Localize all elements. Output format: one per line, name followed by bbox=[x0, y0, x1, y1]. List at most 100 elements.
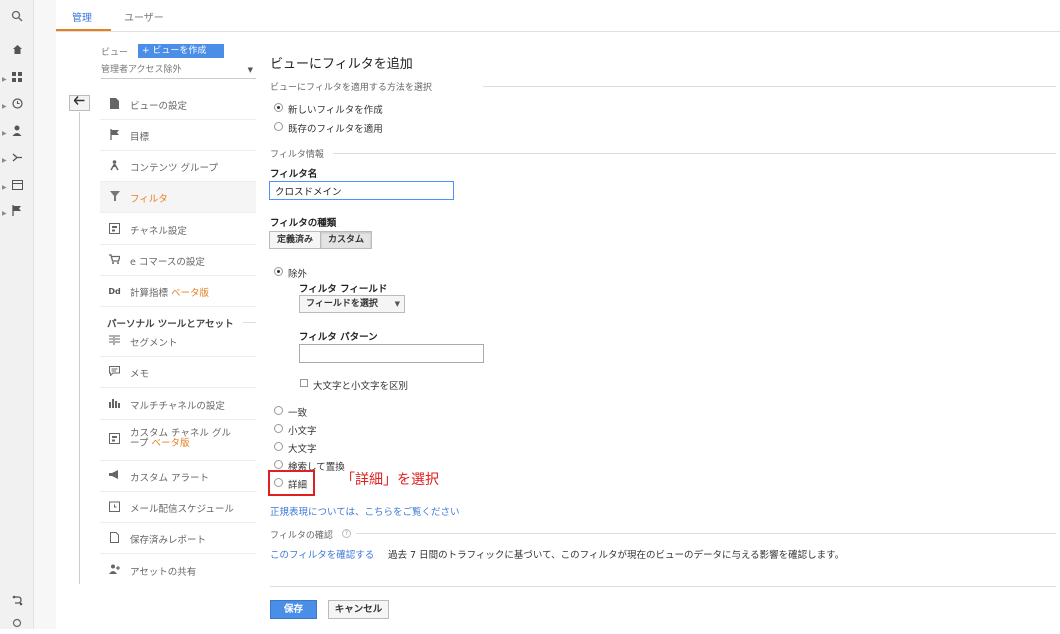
radio-lowercase[interactable] bbox=[274, 424, 283, 433]
megaphone-icon bbox=[108, 470, 121, 483]
expand-caret-icon[interactable]: ▶ bbox=[2, 76, 7, 83]
flag-icon[interactable] bbox=[9, 205, 25, 221]
channel-icon bbox=[108, 223, 121, 236]
left-padding bbox=[34, 0, 56, 629]
search-icon[interactable] bbox=[9, 10, 25, 26]
sidebar-item-multichannel-settings[interactable]: マルチチャネルの設定 bbox=[100, 389, 256, 420]
case-sensitive-checkbox[interactable] bbox=[300, 379, 308, 387]
radio-new-filter[interactable] bbox=[274, 103, 283, 112]
chevron-down-icon: ▼ bbox=[247, 66, 253, 74]
sidebar-item-label: セグメント bbox=[130, 338, 178, 349]
sidebar-item-ecommerce-settings[interactable]: e コマースの設定 bbox=[100, 245, 256, 276]
saved-report-icon bbox=[108, 532, 121, 545]
section-divider bbox=[483, 86, 1056, 87]
sidebar-divider bbox=[79, 112, 80, 584]
sidebar-item-view-settings[interactable]: ビューの設定 bbox=[100, 89, 256, 120]
sidebar-item-label: ビューの設定 bbox=[130, 101, 188, 112]
tab-users[interactable]: ユーザー bbox=[124, 9, 164, 24]
sidebar-item-label: 計算指標 bbox=[130, 288, 172, 299]
predefined-button[interactable]: 定義済み bbox=[269, 231, 321, 249]
radio-lookup[interactable] bbox=[274, 406, 283, 415]
expand-caret-icon[interactable]: ▶ bbox=[2, 184, 7, 191]
save-button[interactable]: 保存 bbox=[270, 600, 317, 619]
filter-pattern-input[interactable] bbox=[299, 344, 484, 363]
sidebar-item-scheduled-emails[interactable]: メール配信スケジュール bbox=[100, 492, 256, 523]
regex-help-link[interactable]: 正規表現については、こちらをご覧ください bbox=[270, 504, 460, 518]
view-select-value: 管理者アクセス除外 bbox=[101, 65, 182, 75]
sidebar-item-saved-reports[interactable]: 保存済みレポート bbox=[100, 523, 256, 554]
clock-icon bbox=[108, 501, 121, 514]
radio-existing-filter[interactable] bbox=[274, 122, 283, 131]
section-divider bbox=[333, 153, 1056, 154]
dashboard-icon[interactable] bbox=[9, 71, 25, 87]
active-tab-indicator bbox=[56, 29, 111, 31]
clock-icon[interactable] bbox=[9, 98, 25, 114]
radio-label: 除外 bbox=[288, 269, 308, 280]
beta-badge: ベータ版 bbox=[171, 288, 210, 299]
view-label: ビュー bbox=[101, 48, 129, 58]
filter-field-label: フィルタ フィールド bbox=[299, 284, 388, 295]
cart-icon bbox=[108, 254, 121, 267]
sidebar-item-calculated-metrics[interactable]: Dd 計算指標 ベータ版 bbox=[100, 276, 256, 307]
expand-caret-icon[interactable]: ▶ bbox=[2, 103, 7, 110]
filter-name-input[interactable] bbox=[269, 181, 454, 200]
section-divider bbox=[356, 533, 1056, 534]
sidebar-item-channel-settings[interactable]: チャネル設定 bbox=[100, 214, 256, 245]
admin-search-icon[interactable] bbox=[9, 618, 25, 634]
person-icon[interactable] bbox=[9, 125, 25, 141]
sidebar-item-custom-channel-grouping[interactable]: カスタム チャネル グル ープ ベータ版 bbox=[100, 420, 256, 461]
sidebar-item-custom-alerts[interactable]: カスタム アラート bbox=[100, 461, 256, 492]
radio-label: 既存のフィルタを適用 bbox=[288, 124, 383, 135]
dd-icon: Dd bbox=[108, 287, 121, 296]
filter-info-header: フィルタ情報 bbox=[270, 150, 324, 160]
filter-name-label: フィルタ名 bbox=[270, 169, 318, 180]
expand-caret-icon[interactable]: ▶ bbox=[2, 130, 7, 137]
behavior-icon[interactable] bbox=[9, 179, 25, 195]
sidebar-item-label: チャネル設定 bbox=[130, 226, 187, 237]
sidebar-item-label: マルチチャネルの設定 bbox=[130, 401, 225, 412]
acquisition-icon[interactable] bbox=[9, 152, 25, 168]
segment-icon bbox=[108, 335, 121, 348]
sidebar-item-label: メール配信スケジュール bbox=[130, 504, 234, 515]
sidebar-item-filters[interactable]: フィルタ bbox=[100, 182, 256, 213]
expand-caret-icon[interactable]: ▶ bbox=[2, 157, 7, 164]
back-button[interactable] bbox=[69, 95, 90, 111]
filter-field-select[interactable]: フィールドを選択 ▼ bbox=[299, 295, 405, 313]
sidebar-item-label: e コマースの設定 bbox=[130, 257, 205, 268]
page-title: ビューにフィルタを追加 bbox=[270, 57, 413, 72]
sidebar-item-label: アセットの共有 bbox=[130, 567, 197, 578]
top-tab-bar bbox=[56, 0, 1060, 32]
radio-exclude[interactable] bbox=[274, 267, 283, 276]
discover-icon[interactable] bbox=[9, 595, 25, 611]
checkbox-label: 大文字と小文字を区別 bbox=[313, 381, 409, 392]
custom-button[interactable]: カスタム bbox=[320, 231, 372, 249]
radio-search-replace[interactable] bbox=[274, 460, 283, 469]
sidebar-item-share-assets[interactable]: アセットの共有 bbox=[100, 555, 256, 586]
filter-field-select-value: フィールドを選択 bbox=[306, 299, 378, 309]
document-icon bbox=[108, 98, 121, 111]
sidebar-item-label: フィルタ bbox=[130, 194, 168, 205]
sidebar-item-label: 目標 bbox=[130, 132, 150, 143]
callout-text: 「詳細」を選択 bbox=[341, 472, 439, 488]
sidebar-item-annotations[interactable]: メモ bbox=[100, 357, 256, 388]
sidebar-item-label: 保存済みレポート bbox=[130, 535, 207, 546]
verify-filter-link[interactable]: このフィルタを確認する bbox=[270, 547, 374, 561]
home-icon[interactable] bbox=[9, 44, 25, 60]
sidebar-item-label: カスタム アラート bbox=[130, 473, 210, 484]
sidebar-item-content-grouping[interactable]: コンテンツ グループ bbox=[100, 151, 256, 182]
footer-divider bbox=[270, 586, 1056, 587]
cancel-button[interactable]: キャンセル bbox=[328, 600, 389, 619]
expand-caret-icon[interactable]: ▶ bbox=[2, 210, 7, 217]
tab-admin[interactable]: 管理 bbox=[72, 9, 92, 24]
radio-label: 小文字 bbox=[288, 426, 317, 437]
sidebar-item-goals[interactable]: 目標 bbox=[100, 120, 256, 151]
verify-description: 過去 7 日間のトラフィックに基づいて、このフィルタが現在のビューのデータに与え… bbox=[388, 550, 845, 561]
help-icon[interactable]: ? bbox=[342, 529, 351, 538]
sidebar-item-segments[interactable]: セグメント bbox=[100, 326, 256, 357]
radio-label: 新しいフィルタを作成 bbox=[288, 105, 383, 116]
radio-uppercase[interactable] bbox=[274, 442, 283, 451]
filter-icon bbox=[108, 191, 121, 204]
view-select[interactable]: 管理者アクセス除外 ▼ bbox=[101, 63, 256, 79]
create-view-button[interactable]: + ビューを作成 bbox=[138, 44, 224, 58]
method-section-header: ビューにフィルタを適用する方法を選択 bbox=[270, 83, 432, 93]
